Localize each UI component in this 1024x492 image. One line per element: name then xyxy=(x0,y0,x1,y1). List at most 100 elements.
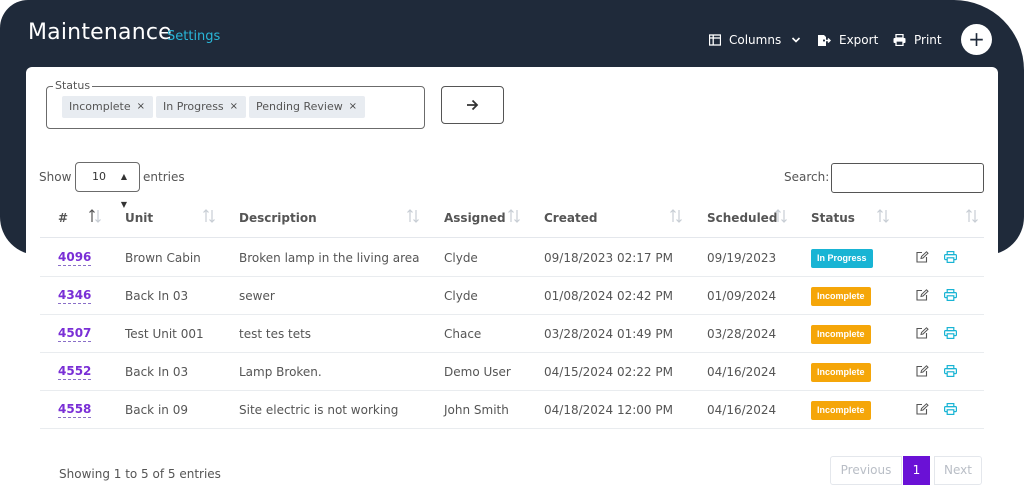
columns-button[interactable]: Columns xyxy=(709,31,801,49)
work-order-link[interactable]: 4096 xyxy=(58,250,92,266)
printer-icon[interactable] xyxy=(944,365,957,377)
chip-remove-icon[interactable]: × xyxy=(137,96,145,117)
scheduled-cell: 09/19/2023 xyxy=(707,251,777,265)
print-button[interactable]: Print xyxy=(893,31,942,49)
description-cell: Site electric is not working xyxy=(239,403,399,417)
columns-icon xyxy=(709,34,721,46)
assigned-cell: John Smith xyxy=(444,403,509,417)
printer-icon[interactable] xyxy=(944,251,957,263)
unit-cell: Back In 03 xyxy=(125,365,189,379)
col-header-scheduled[interactable]: Scheduled xyxy=(707,211,777,225)
status-badge: Incomplete xyxy=(811,363,871,382)
created-cell: 04/15/2024 02:22 PM xyxy=(544,365,673,379)
sort-icon[interactable] xyxy=(669,207,683,225)
sort-asc-icon[interactable] xyxy=(88,207,102,225)
sort-icon[interactable] xyxy=(202,207,216,225)
scheduled-cell: 03/28/2024 xyxy=(707,327,777,341)
description-cell: test tes tets xyxy=(239,327,312,341)
table-row: 4558 Back in 09 Site electric is not wor… xyxy=(40,391,984,429)
col-header-status[interactable]: Status xyxy=(811,211,855,225)
col-header-assigned[interactable]: Assigned xyxy=(444,211,506,225)
entries-select[interactable]: 10 ▲ ▼ xyxy=(75,162,140,209)
next-page-button[interactable]: Next xyxy=(934,456,982,485)
chip-remove-icon[interactable]: × xyxy=(230,96,238,117)
created-cell: 04/18/2024 12:00 PM xyxy=(544,403,673,417)
printer-icon[interactable] xyxy=(944,327,957,339)
unit-cell: Brown Cabin xyxy=(125,251,201,265)
assigned-cell: Chace xyxy=(444,327,482,341)
chip-label: In Progress xyxy=(163,100,224,113)
assigned-cell: Clyde xyxy=(444,289,478,303)
printer-icon[interactable] xyxy=(944,289,957,301)
search-input[interactable] xyxy=(831,163,984,193)
edit-icon[interactable] xyxy=(916,403,929,415)
settings-link[interactable]: Settings xyxy=(167,29,220,44)
edit-icon[interactable] xyxy=(916,327,929,339)
show-label: Show xyxy=(39,170,72,184)
sort-icon[interactable] xyxy=(774,207,788,225)
work-order-link[interactable]: 4346 xyxy=(58,288,92,304)
export-label: Export xyxy=(839,33,879,47)
description-cell: Broken lamp in the living area xyxy=(239,251,420,265)
sort-icon[interactable] xyxy=(965,207,979,225)
chip-label: Pending Review xyxy=(256,100,343,113)
search-label: Search: xyxy=(784,170,830,184)
work-order-link[interactable]: 4558 xyxy=(58,402,92,418)
export-button[interactable]: Export xyxy=(817,31,878,49)
previous-page-button[interactable]: Previous xyxy=(830,456,902,485)
add-button[interactable]: + xyxy=(961,24,992,55)
printer-icon xyxy=(893,34,906,46)
work-order-link[interactable]: 4507 xyxy=(58,326,92,342)
sort-icon[interactable] xyxy=(406,207,420,225)
columns-label: Columns xyxy=(729,33,782,47)
col-header-description[interactable]: Description xyxy=(239,211,317,225)
created-cell: 09/18/2023 02:17 PM xyxy=(544,251,673,265)
scheduled-cell: 04/16/2024 xyxy=(707,403,777,417)
col-header-id[interactable]: # xyxy=(58,211,68,225)
chip-label: Incomplete xyxy=(69,100,131,113)
sort-icon[interactable] xyxy=(876,207,890,225)
table-row: 4096 Brown Cabin Broken lamp in the livi… xyxy=(40,239,984,277)
table-row: 4346 Back In 03 sewer Clyde 01/08/2024 0… xyxy=(40,277,984,315)
assigned-cell: Clyde xyxy=(444,251,478,265)
plus-icon: + xyxy=(968,27,985,51)
col-header-created[interactable]: Created xyxy=(544,211,597,225)
status-badge: Incomplete xyxy=(811,401,871,420)
table-row: 4507 Test Unit 001 test tes tets Chace 0… xyxy=(40,315,984,353)
work-order-link[interactable]: 4552 xyxy=(58,364,92,380)
page-title: Maintenance xyxy=(28,20,172,45)
content-card: Status Incomplete × In Progress × Pendin… xyxy=(26,67,998,490)
status-chip: Pending Review × xyxy=(249,96,365,118)
unit-cell: Test Unit 001 xyxy=(125,327,204,341)
scheduled-cell: 01/09/2024 xyxy=(707,289,777,303)
arrow-right-icon xyxy=(467,99,479,111)
apply-filter-button[interactable] xyxy=(441,86,504,124)
print-label: Print xyxy=(914,33,942,47)
status-filter-label: Status xyxy=(53,79,93,92)
edit-icon[interactable] xyxy=(916,289,929,301)
page-1-button[interactable]: 1 xyxy=(903,456,930,485)
status-chip: Incomplete × xyxy=(62,96,153,118)
table-info: Showing 1 to 5 of 5 entries xyxy=(59,467,221,481)
unit-cell: Back In 03 xyxy=(125,289,189,303)
sort-icon[interactable] xyxy=(507,207,521,225)
col-header-unit[interactable]: Unit xyxy=(125,211,153,225)
description-cell: Lamp Broken. xyxy=(239,365,322,379)
table-row: 4552 Back In 03 Lamp Broken. Demo User 0… xyxy=(40,353,984,391)
unit-cell: Back in 09 xyxy=(125,403,188,417)
status-filter[interactable]: Status Incomplete × In Progress × Pendin… xyxy=(46,79,425,129)
scheduled-cell: 04/16/2024 xyxy=(707,365,777,379)
entries-value: 10 xyxy=(92,170,106,183)
status-badge: In Progress xyxy=(811,249,873,268)
chip-remove-icon[interactable]: × xyxy=(349,96,357,117)
entries-label: entries xyxy=(143,170,185,184)
status-chip: In Progress × xyxy=(156,96,246,118)
table-header: # Unit Description Assigned Created Sche… xyxy=(40,198,984,238)
edit-icon[interactable] xyxy=(916,365,929,377)
status-badge: Incomplete xyxy=(811,325,871,344)
printer-icon[interactable] xyxy=(944,403,957,415)
export-icon xyxy=(818,34,831,46)
created-cell: 01/08/2024 02:42 PM xyxy=(544,289,673,303)
created-cell: 03/28/2024 01:49 PM xyxy=(544,327,673,341)
edit-icon[interactable] xyxy=(916,251,929,263)
